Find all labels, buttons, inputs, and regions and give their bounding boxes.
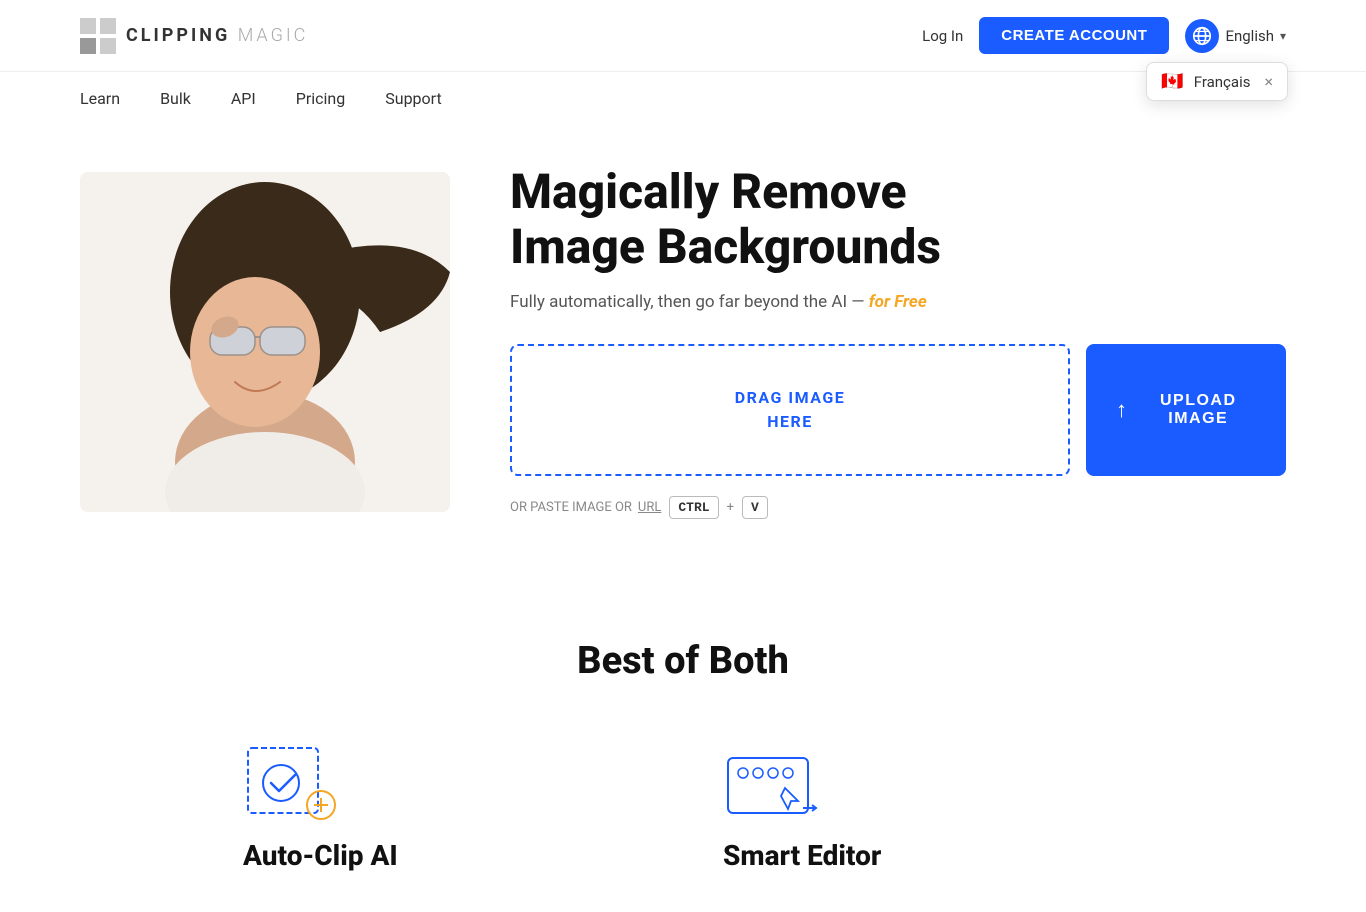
hero-illustration (80, 172, 450, 512)
globe-icon-btn (1185, 19, 1219, 53)
logo-icon (80, 18, 116, 54)
upload-area: DRAG IMAGE HERE ↑ UPLOAD IMAGE (510, 344, 1286, 476)
header: CLIPPING MAGIC Log In CREATE ACCOUNT Eng… (0, 0, 1366, 72)
hero-title: Magically Remove Image Backgrounds (510, 164, 1286, 274)
hero-image-container (80, 172, 450, 512)
header-right: Log In CREATE ACCOUNT English ▾ (922, 17, 1286, 54)
features-grid: Auto-Clip AI Smart Editor (80, 743, 1286, 872)
upload-button-label: UPLOAD IMAGE (1141, 392, 1257, 428)
ca-flag-icon: 🇨🇦 (1161, 71, 1183, 92)
paste-hint-prefix: OR PASTE IMAGE OR (510, 500, 632, 515)
nav-item-bulk[interactable]: Bulk (160, 89, 191, 108)
logo-bold: CLIPPING (126, 25, 230, 46)
plus-sign: + (727, 500, 734, 515)
hero-subtitle: Fully automatically, then go far beyond … (510, 292, 1286, 312)
ctrl-key: CTRL (669, 496, 718, 519)
feature-smart-editor: Smart Editor (723, 743, 1123, 872)
upload-arrow-icon: ↑ (1116, 397, 1129, 423)
features-title: Best of Both (80, 639, 1286, 683)
paste-hint: OR PASTE IMAGE OR URL CTRL + V (510, 496, 1286, 519)
nav-item-api[interactable]: API (231, 89, 256, 108)
nav-item-learn[interactable]: Learn (80, 89, 120, 108)
upload-image-button[interactable]: ↑ UPLOAD IMAGE (1086, 344, 1286, 476)
language-selector[interactable]: English ▾ (1185, 19, 1286, 53)
features-section: Best of Both Auto-Clip AI (0, 579, 1366, 912)
globe-icon (1191, 25, 1213, 47)
language-dropdown-arrow: ▾ (1280, 29, 1286, 43)
drag-drop-zone[interactable]: DRAG IMAGE HERE (510, 344, 1070, 476)
logo-light: MAGIC (238, 25, 309, 46)
nav-item-support[interactable]: Support (385, 89, 441, 108)
smart-editor-icon (723, 743, 823, 823)
drag-zone-text: DRAG IMAGE HERE (735, 386, 846, 434)
free-label: for Free (869, 292, 927, 312)
popup-close-button[interactable]: × (1264, 72, 1273, 91)
popup-language-label[interactable]: Français (1194, 73, 1251, 91)
smart-editor-title: Smart Editor (723, 839, 881, 872)
logo[interactable]: CLIPPING MAGIC (80, 18, 308, 54)
feature-auto-clip: Auto-Clip AI (243, 743, 643, 872)
url-link[interactable]: URL (638, 500, 661, 515)
nav-item-pricing[interactable]: Pricing (296, 89, 346, 108)
language-popup: 🇨🇦 Français × (1146, 62, 1288, 101)
create-account-button[interactable]: CREATE ACCOUNT (979, 17, 1169, 54)
hero-content: Magically Remove Image Backgrounds Fully… (510, 164, 1286, 519)
login-link[interactable]: Log In (922, 27, 963, 45)
logo-wordmark: CLIPPING MAGIC (126, 25, 308, 46)
v-key: V (742, 496, 768, 519)
hero-section: Magically Remove Image Backgrounds Fully… (0, 124, 1366, 579)
hero-image (80, 172, 450, 512)
auto-clip-title: Auto-Clip AI (243, 839, 398, 872)
language-label: English (1225, 27, 1274, 45)
auto-clip-icon (243, 743, 343, 823)
